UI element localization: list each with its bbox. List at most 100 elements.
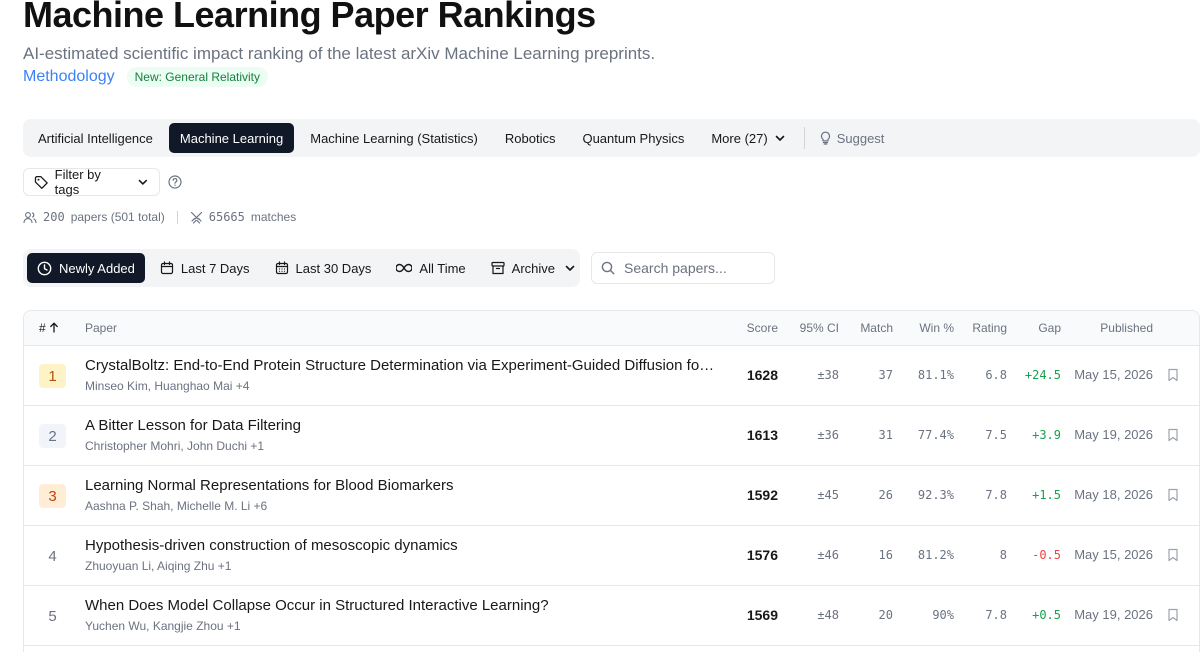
tab-quantum-physics[interactable]: Quantum Physics [571,123,695,153]
papers-count-label: papers (501 total) [70,210,165,224]
time-filter-tabs: Newly Added Last 7 Days Last 30 Days All… [23,249,580,287]
gap-value: +1.5 [1032,488,1061,502]
rank-column-label: # [39,321,46,335]
win-value: 81.2% [917,548,954,562]
search-icon [601,261,615,275]
rating-value: 6.8 [985,368,1007,382]
tab-machine-learning[interactable]: Machine Learning [168,123,295,153]
archive-icon [491,261,505,275]
table-row[interactable]: 3 Learning Normal Representations for Bl… [24,466,1199,526]
chevron-down-icon [138,179,148,185]
ci-value: ±46 [817,548,839,562]
rank-badge: 1 [39,364,66,388]
paper-title[interactable]: Learning Normal Representations for Bloo… [85,477,454,494]
published-date: May 15, 2026 [1074,367,1153,382]
ci-column-header[interactable]: 95% CI [800,321,839,335]
rating-value: 7.8 [985,488,1007,502]
tab-machine-learning-statistics[interactable]: Machine Learning (Statistics) [299,123,489,153]
ci-value: ±45 [817,488,839,502]
table-row[interactable]: 5 When Does Model Collapse Occur in Stru… [24,586,1199,646]
filter-by-tags-button[interactable]: Filter by tags [23,167,160,197]
paper-authors: Minseo Kim, Huanghao Mai +4 [85,379,250,393]
suggest-label: Suggest [836,130,885,146]
match-value: 16 [878,548,893,562]
page-subtitle: AI-estimated scientific impact ranking o… [23,44,656,63]
paper-column-header: Paper [85,321,118,335]
paper-title[interactable]: Hypothesis-driven construction of mesosc… [85,537,458,554]
chevron-down-icon [775,135,785,141]
methodology-row: Methodology New: General Relativity [23,67,269,87]
help-icon[interactable] [168,175,182,189]
tab-artificial-intelligence[interactable]: Artificial Intelligence [27,123,164,153]
tab-robotics[interactable]: Robotics [494,123,567,153]
win-value: 90% [932,608,954,622]
calendar-grid-icon [275,261,288,275]
paper-authors: Aashna P. Shah, Michelle M. Li +6 [85,499,268,513]
users-icon [23,211,37,223]
filter-by-tags-label: Filter by tags [54,167,101,197]
score-value: 1628 [746,367,778,383]
rating-column-header[interactable]: Rating [972,321,1007,335]
tag-icon [34,175,48,189]
all-time-button[interactable]: All Time [386,253,475,283]
paper-title[interactable]: A Bitter Lesson for Data Filtering [85,417,301,434]
papers-count: 200 [43,210,65,224]
paper-title[interactable]: When Does Model Collapse Occur in Struct… [85,597,549,614]
search-input[interactable] [624,260,764,276]
bookmark-icon[interactable] [1167,428,1179,442]
score-value: 1576 [746,547,778,563]
newly-added-button[interactable]: Newly Added [27,253,145,283]
score-column-header[interactable]: Score [747,321,778,335]
rank-badge: 4 [48,547,57,565]
paper-title[interactable]: CrystalBoltz: End-to-End Protein Structu… [85,357,715,374]
win-column-header[interactable]: Win % [919,321,954,335]
last-30-days-button[interactable]: Last 30 Days [265,253,382,283]
table-row[interactable]: 1 CrystalBoltz: End-to-End Protein Struc… [24,346,1199,406]
calendar-icon [160,261,173,275]
published-date: May 18, 2026 [1074,487,1153,502]
paper-authors: Christopher Mohri, John Duchi +1 [85,439,265,453]
rank-badge: 5 [48,607,57,625]
clock-icon [37,261,52,275]
match-column-header[interactable]: Match [860,321,893,335]
rating-value: 8 [999,548,1007,562]
published-date: May 15, 2026 [1074,547,1153,562]
page-title: Machine Learning Paper Rankings [23,0,596,35]
win-value: 77.4% [917,428,954,442]
ci-value: ±48 [817,608,839,622]
new-badge[interactable]: New: General Relativity [126,67,269,87]
bookmark-icon[interactable] [1167,608,1179,622]
rank-column-header[interactable]: # [39,321,59,335]
ci-value: ±38 [817,368,839,382]
last-7-days-button[interactable]: Last 7 Days [150,253,260,283]
stats-row: 200 papers (501 total) 65665 matches [23,210,296,224]
gap-column-header[interactable]: Gap [1038,321,1061,335]
matches-count-label: matches [250,210,297,224]
ci-value: ±36 [817,428,839,442]
papers-stat: 200 papers (501 total) [23,210,165,224]
published-column-header[interactable]: Published [1100,321,1153,335]
bookmark-icon[interactable] [1167,488,1179,502]
archive-button[interactable]: Archive [481,253,586,283]
newly-added-label: Newly Added [59,260,135,276]
suggest-button[interactable]: Suggest [811,131,893,146]
all-time-label: All Time [419,260,466,276]
score-value: 1569 [746,607,778,623]
rank-badge: 3 [39,484,66,508]
table-row[interactable]: 4 Hypothesis-driven construction of meso… [24,526,1199,586]
table-header: # Paper Score 95% CI Match Win % Rating … [24,311,1199,346]
methodology-link[interactable]: Methodology [23,68,115,86]
published-date: May 19, 2026 [1074,427,1153,442]
bookmark-icon[interactable] [1167,368,1179,382]
more-categories-button[interactable]: More (27) [700,123,796,153]
stats-divider [176,210,178,224]
bookmark-icon[interactable] [1167,548,1179,562]
match-value: 26 [878,488,893,502]
table-row[interactable]: 2 A Bitter Lesson for Data Filtering Chr… [24,406,1199,466]
last-30-days-label: Last 30 Days [295,260,372,276]
rank-badge: 2 [39,424,66,448]
category-tabs: Artificial Intelligence Machine Learning… [23,119,1200,157]
sort-ascending-icon [49,322,58,333]
score-value: 1592 [746,487,778,503]
gap-value: +0.5 [1032,608,1061,622]
